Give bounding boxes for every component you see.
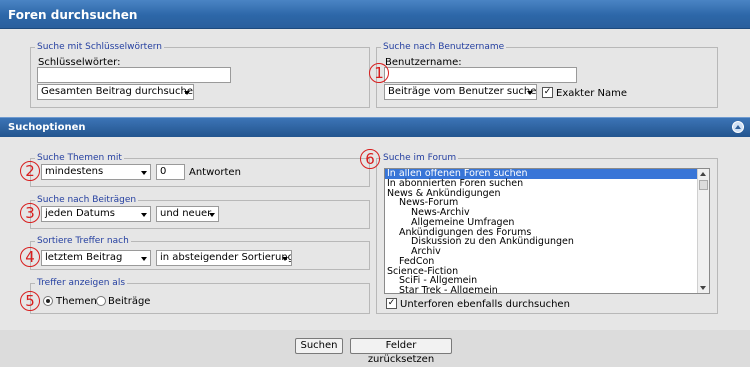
subforums-checkbox[interactable]: ✓ (386, 298, 397, 309)
search-button[interactable]: Suchen (295, 338, 343, 354)
forum-legend: Suche im Forum (383, 153, 457, 163)
posts-date-value: jeden Datums (45, 208, 115, 219)
chevron-down-icon (527, 91, 533, 95)
sort-order-value: in absteigender Sortierung (160, 252, 292, 263)
forum-listbox[interactable]: In allen offenen Foren suchen In abonnie… (384, 168, 710, 294)
search-options-header: Suchoptionen (0, 117, 750, 137)
keywords-input[interactable] (37, 67, 231, 83)
annotation-badge: 6 (360, 149, 380, 169)
checkmark-icon: ✓ (387, 298, 396, 308)
topics-count-input[interactable]: 0 (156, 164, 185, 180)
subforums-label: Unterforen ebenfalls durchsuchen (400, 299, 570, 310)
keywords-scope-select[interactable]: Gesamten Beitrag durchsuchen (37, 84, 194, 100)
sort-field-value: letztem Beitrag (45, 252, 123, 263)
annotation-badge: 2 (20, 161, 40, 181)
username-legend: Suche nach Benutzername (383, 42, 505, 52)
display-radio-posts[interactable] (96, 296, 106, 306)
annotation-badge: 1 (369, 63, 389, 83)
chevron-down-icon (184, 91, 190, 95)
display-legend: Treffer anzeigen als (37, 278, 126, 288)
scroll-thumb[interactable] (699, 180, 708, 190)
username-mode-select[interactable]: Beiträge vom Benutzer suchen (384, 84, 537, 100)
username-mode-value: Beiträge vom Benutzer suchen (388, 86, 537, 97)
keywords-scope-value: Gesamten Beitrag durchsuchen (41, 86, 194, 97)
display-label-topics: Themen (56, 296, 97, 307)
search-options-title: Suchoptionen (8, 122, 86, 133)
scroll-down-icon[interactable] (700, 286, 706, 290)
sort-order-select[interactable]: in absteigender Sortierung (156, 250, 292, 266)
chevron-down-icon (141, 171, 147, 175)
posts-direction-value: und neuer (160, 208, 212, 219)
chevron-down-icon (282, 257, 288, 261)
reset-button[interactable]: Felder zurücksetzen (350, 338, 452, 365)
chevron-down-icon (141, 213, 147, 217)
exact-name-label: Exakter Name (556, 88, 628, 99)
checkmark-icon: ✓ (543, 87, 552, 97)
posts-legend: Suche nach Beiträgen (37, 195, 137, 205)
page-title-bar: Foren durchsuchen (0, 0, 750, 29)
scroll-up-icon[interactable] (700, 172, 706, 176)
sort-legend: Sortiere Treffer nach (37, 236, 129, 246)
username-input[interactable] (384, 67, 577, 83)
annotation-badge: 3 (20, 203, 40, 223)
display-label-posts: Beiträge (108, 296, 151, 307)
button-bar: Suchen Felder zurücksetzen (0, 330, 750, 365)
posts-date-select[interactable]: jeden Datums (41, 206, 151, 222)
posts-direction-select[interactable]: und neuer (156, 206, 219, 222)
chevron-down-icon (209, 213, 215, 217)
topics-legend: Suche Themen mit (37, 153, 122, 163)
display-radio-topics[interactable] (43, 296, 53, 306)
topics-condition-value: mindestens (45, 166, 104, 177)
sort-field-select[interactable]: letztem Beitrag (41, 250, 151, 266)
annotation-badge: 5 (20, 291, 40, 311)
list-item[interactable]: Star Trek - Allgemein (385, 286, 709, 293)
page-title: Foren durchsuchen (8, 8, 138, 22)
exact-name-checkbox[interactable]: ✓ (542, 87, 553, 98)
keywords-legend: Suche mit Schlüsselwörtern (37, 42, 162, 52)
listbox-scrollbar[interactable] (697, 169, 709, 293)
chevron-down-icon (141, 257, 147, 261)
topics-condition-select[interactable]: mindestens (41, 164, 151, 180)
collapse-icon[interactable] (732, 121, 744, 133)
annotation-badge: 4 (20, 247, 40, 267)
topics-suffix-label: Antworten (189, 167, 241, 178)
